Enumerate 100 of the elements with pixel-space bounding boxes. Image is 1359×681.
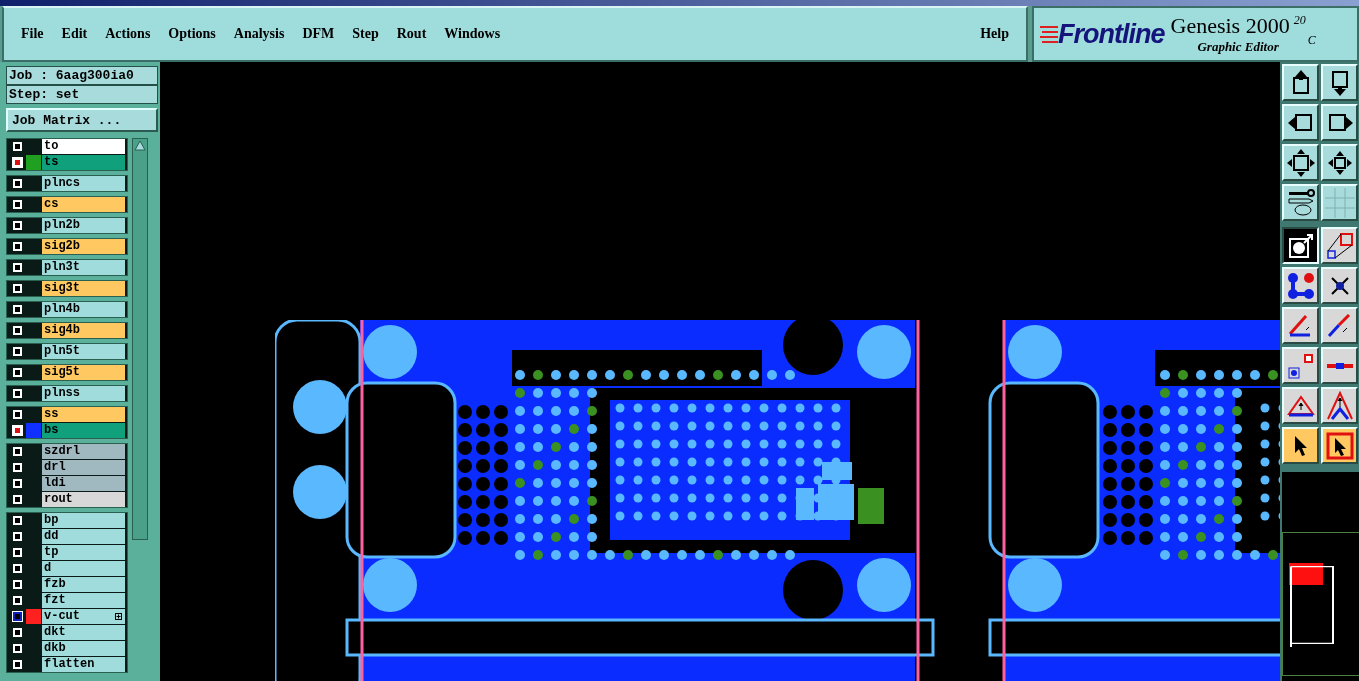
menu-item[interactable]: DFM (302, 26, 335, 42)
product-name: Genesis 2000 (1170, 13, 1290, 39)
layer-name[interactable]: tp (42, 545, 125, 560)
cross-icon (1328, 274, 1351, 297)
move-left-icon (1287, 111, 1314, 134)
pointer-icon (1292, 434, 1309, 457)
layer-name[interactable]: fzb (42, 577, 125, 592)
layer-label: sig5t (44, 365, 80, 380)
copy-shape-icon (1325, 231, 1354, 260)
layer-name[interactable]: ss (42, 407, 125, 422)
layer-label: ldi (44, 476, 66, 491)
pointer-icon (1325, 431, 1354, 460)
layer-label: tp (44, 545, 59, 560)
menu-item[interactable]: Edit (61, 26, 88, 42)
layer-name[interactable]: sig5t (42, 365, 125, 380)
edit-tool-button[interactable] (1282, 227, 1319, 264)
menu-item[interactable]: Analysis (233, 26, 285, 42)
layer-name[interactable]: v-cut (42, 609, 125, 624)
view-tool-button[interactable] (1321, 104, 1358, 141)
layer-label: dkt (44, 625, 66, 640)
layer-name[interactable]: dkt (42, 625, 125, 640)
shape-icon (1287, 232, 1314, 259)
job-matrix-button[interactable]: Job Matrix ... (6, 108, 158, 132)
overview-map[interactable] (1282, 532, 1359, 676)
layer-name[interactable]: pln2b (42, 218, 125, 233)
fit-view-icon (1286, 148, 1315, 177)
layer-label: pln5t (44, 344, 80, 359)
layer-label: to (44, 139, 59, 154)
view-tool-button[interactable] (1282, 104, 1319, 141)
menu-item[interactable]: Step (352, 26, 379, 42)
view-tool-button[interactable] (1321, 64, 1358, 101)
layer-label: sig3t (44, 281, 80, 296)
layer-label: plncs (44, 176, 80, 191)
nodes-icon (1286, 271, 1315, 300)
layer-label: dkb (44, 641, 66, 656)
layer-name[interactable]: sig2b (42, 239, 125, 254)
layer-name[interactable]: flatten (42, 657, 125, 672)
layer-name[interactable]: bp (42, 513, 125, 528)
view-tool-button[interactable] (1282, 144, 1319, 181)
layer-label: pln3t (44, 260, 80, 275)
job-label: Job : 6aag300ia0 (6, 66, 158, 85)
layer-label: fzb (44, 577, 66, 592)
step-label: Step: set (6, 85, 158, 104)
speed-lines-icon (1040, 24, 1058, 44)
layer-name[interactable]: cs (42, 197, 125, 212)
layer-name[interactable]: sig4b (42, 323, 125, 338)
layer-name[interactable]: plncs (42, 176, 125, 191)
layer-name[interactable]: bs (42, 423, 125, 438)
menu-item[interactable]: Rout (396, 26, 427, 42)
layer-name[interactable]: ts (42, 155, 125, 170)
scroll-up-icon (133, 139, 147, 153)
layer-name[interactable]: sig3t (42, 281, 125, 296)
layer-label: v-cut (44, 609, 80, 624)
menu-item[interactable]: File (21, 26, 44, 42)
layer-label: pln2b (44, 218, 80, 233)
layer-checkbox[interactable] (13, 612, 22, 621)
layer-label: drl (44, 460, 66, 475)
help-menu[interactable]: Help (980, 26, 1009, 42)
layer-label: bs (44, 423, 59, 438)
layer-name[interactable]: ldi (42, 476, 125, 491)
triangle-icon (1325, 390, 1354, 421)
view-tool-button[interactable] (1282, 184, 1319, 221)
layer-name[interactable]: to (42, 139, 125, 154)
layer-name[interactable]: fzt (42, 593, 125, 608)
layer-label: bp (44, 513, 59, 528)
layer-label: ts (44, 155, 59, 170)
move-right-icon (1326, 111, 1353, 134)
layer-label: plnss (44, 386, 80, 401)
layer-name[interactable]: pln4b (42, 302, 125, 317)
layer-label: rout (44, 492, 73, 507)
layer-label: pln4b (44, 302, 80, 317)
scrollbar[interactable] (132, 138, 148, 540)
move-shape-icon (1286, 351, 1315, 380)
layer-name[interactable]: rout (42, 492, 125, 507)
version-mark: 20 (1293, 13, 1306, 28)
layer-name[interactable]: pln3t (42, 260, 125, 275)
menu-item[interactable]: Options (168, 26, 216, 42)
layer-label: szdrl (44, 444, 80, 459)
line-edit-icon (1326, 313, 1353, 338)
triangle-icon (1286, 393, 1315, 418)
view-tool-button[interactable] (1321, 144, 1358, 181)
brand-logo: Frontline (1058, 18, 1165, 50)
layer-label: flatten (44, 657, 95, 672)
layer-name[interactable]: dkb (42, 641, 125, 656)
menu-item[interactable]: Actions (105, 26, 151, 42)
menu-item[interactable]: Windows (444, 26, 501, 42)
view-tool-button[interactable] (1282, 64, 1319, 101)
layer-name[interactable]: drl (42, 460, 125, 475)
layer-label: fzt (44, 593, 66, 608)
tools-icon (1286, 188, 1315, 217)
layer-name[interactable]: pln5t (42, 344, 125, 359)
layer-name[interactable]: plnss (42, 386, 125, 401)
layer-name[interactable]: szdrl (42, 444, 125, 459)
layer-label: sig4b (44, 323, 80, 338)
layer-label: cs (44, 197, 59, 212)
grid-icon (1324, 187, 1355, 218)
corner-mark: C (1307, 32, 1316, 48)
view-tool-button[interactable] (1321, 184, 1358, 221)
layer-name[interactable]: dd (42, 529, 125, 544)
layer-name[interactable]: d (42, 561, 125, 576)
